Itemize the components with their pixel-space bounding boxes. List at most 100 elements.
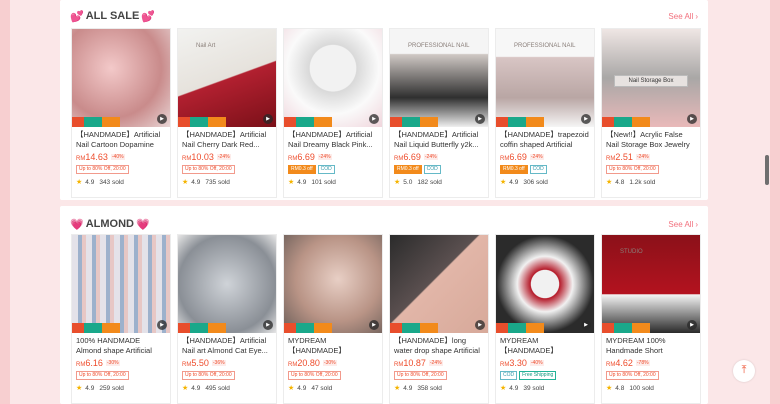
play-icon[interactable]: ▶ [263,320,273,330]
product-image[interactable]: ▶ [390,235,488,333]
discount-badge: -24% [529,154,544,160]
promo-badge [72,323,120,333]
price-row: RM14.63 -40% [72,151,170,163]
product-title[interactable]: MYDREAM 【HANDMADE】Artificial... [496,333,594,357]
rating-row: ★ 4.8 1.2k sold [602,175,700,189]
rating-row: ★ 4.9 259 sold [72,381,170,395]
promo-badge [390,117,438,127]
currency-label: RM [500,156,510,162]
product-price: RM2.51 [606,152,633,162]
product-title[interactable]: 【HANDMADE】Artificial Nail Liquid Butterf… [390,127,488,151]
rating-row: ★ 4.9 101 sold [284,175,382,189]
product-card[interactable]: PROFESSIONAL NAIL ▶ 【HANDMADE】Artificial N… [389,28,489,198]
product-image[interactable]: PROFESSIONAL NAIL ▶ [390,29,488,127]
play-icon[interactable]: ▶ [157,320,167,330]
scrollbar-thumb[interactable] [765,155,769,185]
product-image[interactable]: ▶ [178,235,276,333]
product-title[interactable]: 【HANDMADE】Artificial Nail Cherry Dark Re… [178,127,276,151]
product-price: RM10.87 [394,358,426,368]
product-card[interactable]: Nail Storage Box ▶ 【New!!】Acrylic False Na… [601,28,701,198]
chevron-right-icon: › [695,219,698,229]
heart-icon: 💗 [135,218,150,231]
currency-label: RM [76,362,86,368]
price-value: 6.69 [509,152,527,162]
image-caption: STUDIO [620,249,643,255]
star-icon: ★ [288,385,295,392]
promo-tag: Up to 80% Off, 20:00 [394,370,447,380]
price-value: 6.69 [403,152,421,162]
product-card[interactable]: STUDIO ▶ MYDREAM 100% Handmade Short Almon… [601,234,701,404]
arrow-up-icon: ⤒ [741,364,747,376]
product-card[interactable]: ▶ 【HANDMADE】Artificial Nail Cartoon Dopam… [71,28,171,198]
promo-tag: Up to 80% Off, 20:00 [182,370,235,380]
product-title[interactable]: 【HANDMADE】Artificial Nail Cartoon Dopami… [72,127,170,151]
rating-value: 4.9 [191,178,201,186]
product-title[interactable]: 100% HANDMADE Almond shape Artificial Na… [72,333,170,357]
product-price: RM10.03 [182,152,214,162]
promo-tag: RM0.3 off [394,164,422,174]
promo-badge [390,323,438,333]
rating-row: ★ 4.9 47 sold [284,381,382,395]
product-image[interactable]: ▶ [284,29,382,127]
product-image[interactable]: ▶ [496,235,594,333]
product-image[interactable]: PROFESSIONAL NAIL ▶ [496,29,594,127]
product-card[interactable]: ▶MYDREAM 【HANDMADE】Artificial...RM20.80-… [283,234,383,404]
price-row: RM6.16 -30% [72,357,170,369]
heart-icon: 💕 [70,10,84,23]
product-card[interactable]: Nail Art ▶ 【HANDMADE】Artificial Nail Cherr… [177,28,277,198]
discount-badge: -30% [105,360,120,366]
rating-value: 4.9 [85,178,95,186]
product-title[interactable]: 【HANDMADE】long water drop shape Artifici… [390,333,488,357]
tag-row: RM0.3 off COD [284,163,382,175]
product-card[interactable]: ▶MYDREAM 【HANDMADE】Artificial...RM3.30-4… [495,234,595,404]
price-value: 10.03 [191,152,214,162]
product-card[interactable]: ▶ 100% HANDMADE Almond shape Artificial N… [71,234,171,404]
play-icon[interactable]: ▶ [687,114,697,124]
tag-row: Up to 80% Off, 20:00 [284,369,382,381]
play-icon[interactable]: ▶ [263,114,273,124]
product-title[interactable]: 【HANDMADE】Artificial Nail Dreamy Black P… [284,127,382,151]
price-value: 2.51 [615,152,633,162]
currency-label: RM [76,156,86,162]
play-icon[interactable]: ▶ [475,114,485,124]
play-icon[interactable]: ▶ [157,114,167,124]
play-icon[interactable]: ▶ [475,320,485,330]
product-title[interactable]: 【HANDMADE】trapezoid coffin shaped Artifi… [496,127,594,151]
product-title[interactable]: MYDREAM 100% Handmade Short Almond... [602,333,700,357]
product-grid: ▶ 100% HANDMADE Almond shape Artificial N… [71,234,701,404]
rating-value: 4.9 [297,178,307,186]
product-image[interactable]: ▶ [72,235,170,333]
product-title[interactable]: 【HANDMADE】Artificial Nail art Almond Cat… [178,333,276,357]
product-price: RM6.69 [288,152,315,162]
promo-badge [178,323,226,333]
promo-tag: Free Shipping [519,370,557,380]
product-title[interactable]: 【New!!】Acrylic False Nail Storage Box Je… [602,127,700,151]
discount-badge: -24% [317,154,332,160]
price-row: RM10.87 -24% [390,357,488,369]
play-icon[interactable]: ▶ [369,320,379,330]
see-all-link[interactable]: See All › [668,12,698,21]
play-icon[interactable]: ▶ [581,320,591,330]
product-image[interactable]: Nail Art ▶ [178,29,276,127]
product-image[interactable]: STUDIO ▶ [602,235,700,333]
product-image[interactable]: ▶ [72,29,170,127]
product-card[interactable]: PROFESSIONAL NAIL ▶ 【HANDMADE】trapezoid co… [495,28,595,198]
product-title[interactable]: MYDREAM 【HANDMADE】Artificial... [284,333,382,357]
section-title-label: ALL SALE [85,10,140,22]
product-card[interactable]: ▶ 【HANDMADE】Artificial Nail art Almond Ca… [177,234,277,404]
discount-badge: -24% [428,360,443,366]
play-icon[interactable]: ▶ [687,320,697,330]
product-card[interactable]: ▶ 【HANDMADE】Artificial Nail Dreamy Black … [283,28,383,198]
star-icon: ★ [394,385,401,392]
rating-value: 4.9 [85,384,95,392]
see-all-link[interactable]: See All › [668,220,698,229]
play-icon[interactable]: ▶ [369,114,379,124]
promo-tag: Up to 80% Off, 20:00 [76,164,129,174]
product-image[interactable]: Nail Storage Box ▶ [602,29,700,127]
rating-value: 5.0 [403,178,413,186]
product-image[interactable]: ▶ [284,235,382,333]
promo-tag: Up to 80% Off, 20:00 [606,164,659,174]
product-card[interactable]: ▶ 【HANDMADE】long water drop shape Artific… [389,234,489,404]
play-icon[interactable]: ▶ [581,114,591,124]
back-to-top-button[interactable]: ⤒ [733,360,755,382]
